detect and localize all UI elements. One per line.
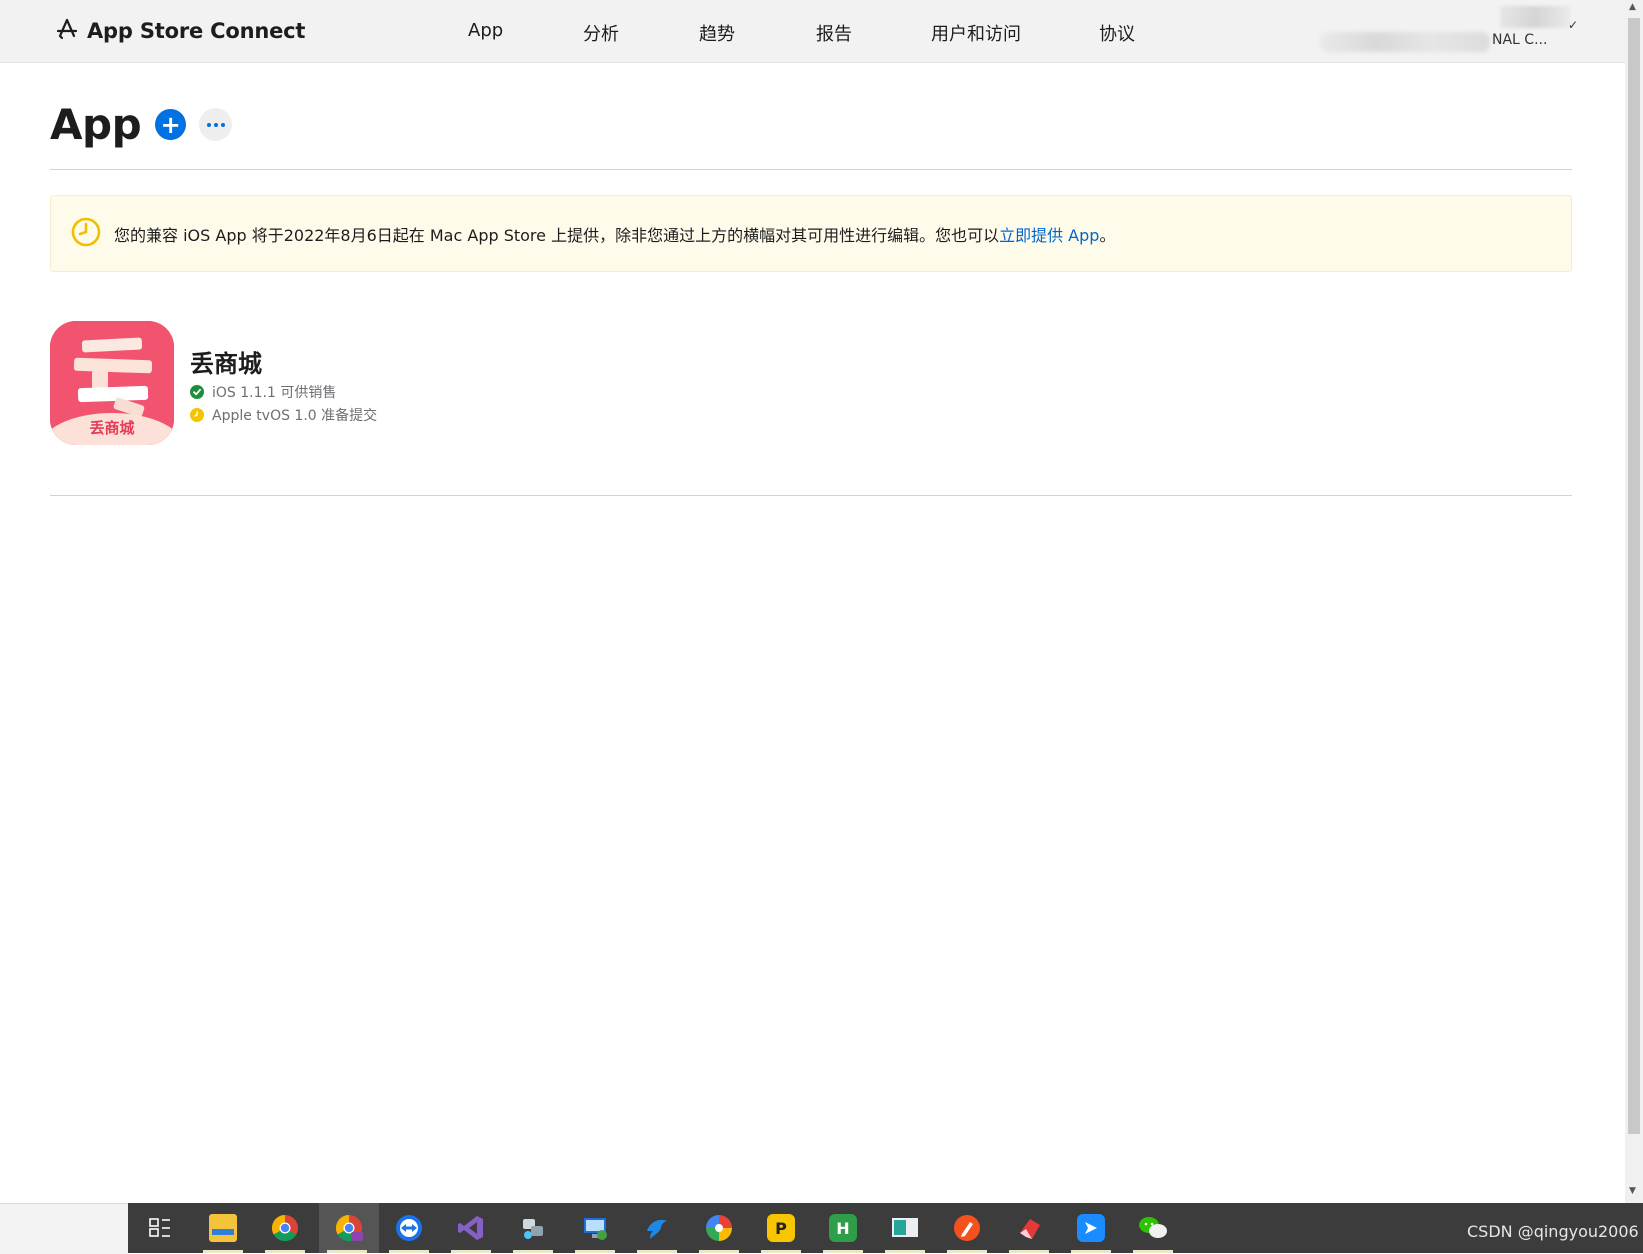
- chevron-down-icon[interactable]: ✓: [1568, 18, 1578, 32]
- app-icon[interactable]: 丢商城: [50, 321, 174, 445]
- visual-studio-icon[interactable]: [443, 1203, 499, 1253]
- feishu-icon[interactable]: [1063, 1203, 1119, 1253]
- network-tool-icon[interactable]: [505, 1203, 561, 1253]
- wechat-icon[interactable]: [1125, 1203, 1181, 1253]
- ellipsis-icon: [206, 122, 225, 127]
- chrome-profile-icon[interactable]: [319, 1203, 379, 1253]
- page-title: App: [50, 100, 142, 149]
- nav-users-and-access[interactable]: 用户和访问: [931, 20, 1021, 46]
- page-header: App +: [50, 100, 233, 149]
- add-app-button[interactable]: +: [155, 109, 187, 140]
- remote-desktop-icon[interactable]: [567, 1203, 623, 1253]
- teamviewer-icon[interactable]: [381, 1203, 437, 1253]
- redacted-account-name: [1320, 32, 1490, 52]
- nav-analytics[interactable]: 分析: [583, 20, 619, 46]
- nav-reports[interactable]: 报告: [816, 20, 852, 46]
- list-divider: [50, 495, 1572, 496]
- scroll-up-arrow-icon[interactable]: ▲: [1629, 2, 1636, 12]
- display-app-icon[interactable]: [877, 1203, 933, 1253]
- pinwheel-app-icon[interactable]: [691, 1203, 747, 1253]
- nav-app[interactable]: App: [468, 20, 503, 41]
- taskbar-search-area[interactable]: [0, 1203, 128, 1254]
- account-menu[interactable]: NAL C... ✓: [1320, 6, 1578, 52]
- top-navigation-bar: App Store Connect App 分析 趋势 报告 用户和访问 协议 …: [0, 0, 1625, 63]
- dolphin-app-icon[interactable]: [629, 1203, 685, 1253]
- pad-app-icon[interactable]: P: [753, 1203, 809, 1253]
- vertical-scrollbar[interactable]: ▲ ▼: [1625, 0, 1643, 1203]
- more-options-button[interactable]: [199, 108, 233, 141]
- chrome-icon[interactable]: [257, 1203, 313, 1253]
- scroll-thumb[interactable]: [1628, 18, 1640, 1134]
- redacted-account-avatar: [1500, 6, 1570, 28]
- app-name[interactable]: 丢商城: [190, 344, 262, 379]
- pending-clock-icon: [190, 408, 204, 422]
- app-store-logo-icon: [56, 18, 78, 44]
- notice-message: 您的兼容 iOS App 将于2022年8月6日起在 Mac App Store…: [114, 222, 1115, 246]
- scroll-down-arrow-icon[interactable]: ▼: [1629, 1186, 1636, 1196]
- status-ios-text: iOS 1.1.1 可供销售: [212, 385, 337, 401]
- mac-availability-notice: 您的兼容 iOS App 将于2022年8月6日起在 Mac App Store…: [50, 195, 1572, 272]
- watermark: CSDN @qingyou2006: [1467, 1222, 1639, 1241]
- status-tvos-text: Apple tvOS 1.0 准备提交: [212, 408, 378, 424]
- account-team-label: NAL C...: [1492, 32, 1548, 48]
- clock-icon: [70, 216, 102, 252]
- make-available-link[interactable]: 立即提供 App: [999, 226, 1099, 245]
- notice-body: 您的兼容 iOS App 将于2022年8月6日起在 Mac App Store…: [114, 226, 1000, 245]
- pencil-app-icon[interactable]: [939, 1203, 995, 1253]
- task-view-icon[interactable]: [132, 1203, 188, 1253]
- checkmark-icon: [190, 385, 204, 399]
- nav-agreements[interactable]: 协议: [1099, 20, 1135, 46]
- app-icon-label: 丢商城: [89, 419, 135, 437]
- header-divider: [50, 169, 1572, 170]
- status-ios: iOS 1.1.1 可供销售: [190, 382, 336, 402]
- nav-trends[interactable]: 趋势: [699, 20, 735, 46]
- hbuilder-icon[interactable]: H: [815, 1203, 871, 1253]
- eraser-app-icon[interactable]: [1001, 1203, 1057, 1253]
- windows-taskbar: P H CSDN @qingyou2006: [0, 1203, 1643, 1254]
- file-explorer-icon[interactable]: [195, 1203, 251, 1253]
- brand-name: App Store Connect: [87, 19, 306, 43]
- status-tvos: Apple tvOS 1.0 准备提交: [190, 405, 377, 425]
- brand[interactable]: App Store Connect: [56, 18, 305, 44]
- notice-suffix: 。: [1099, 226, 1116, 245]
